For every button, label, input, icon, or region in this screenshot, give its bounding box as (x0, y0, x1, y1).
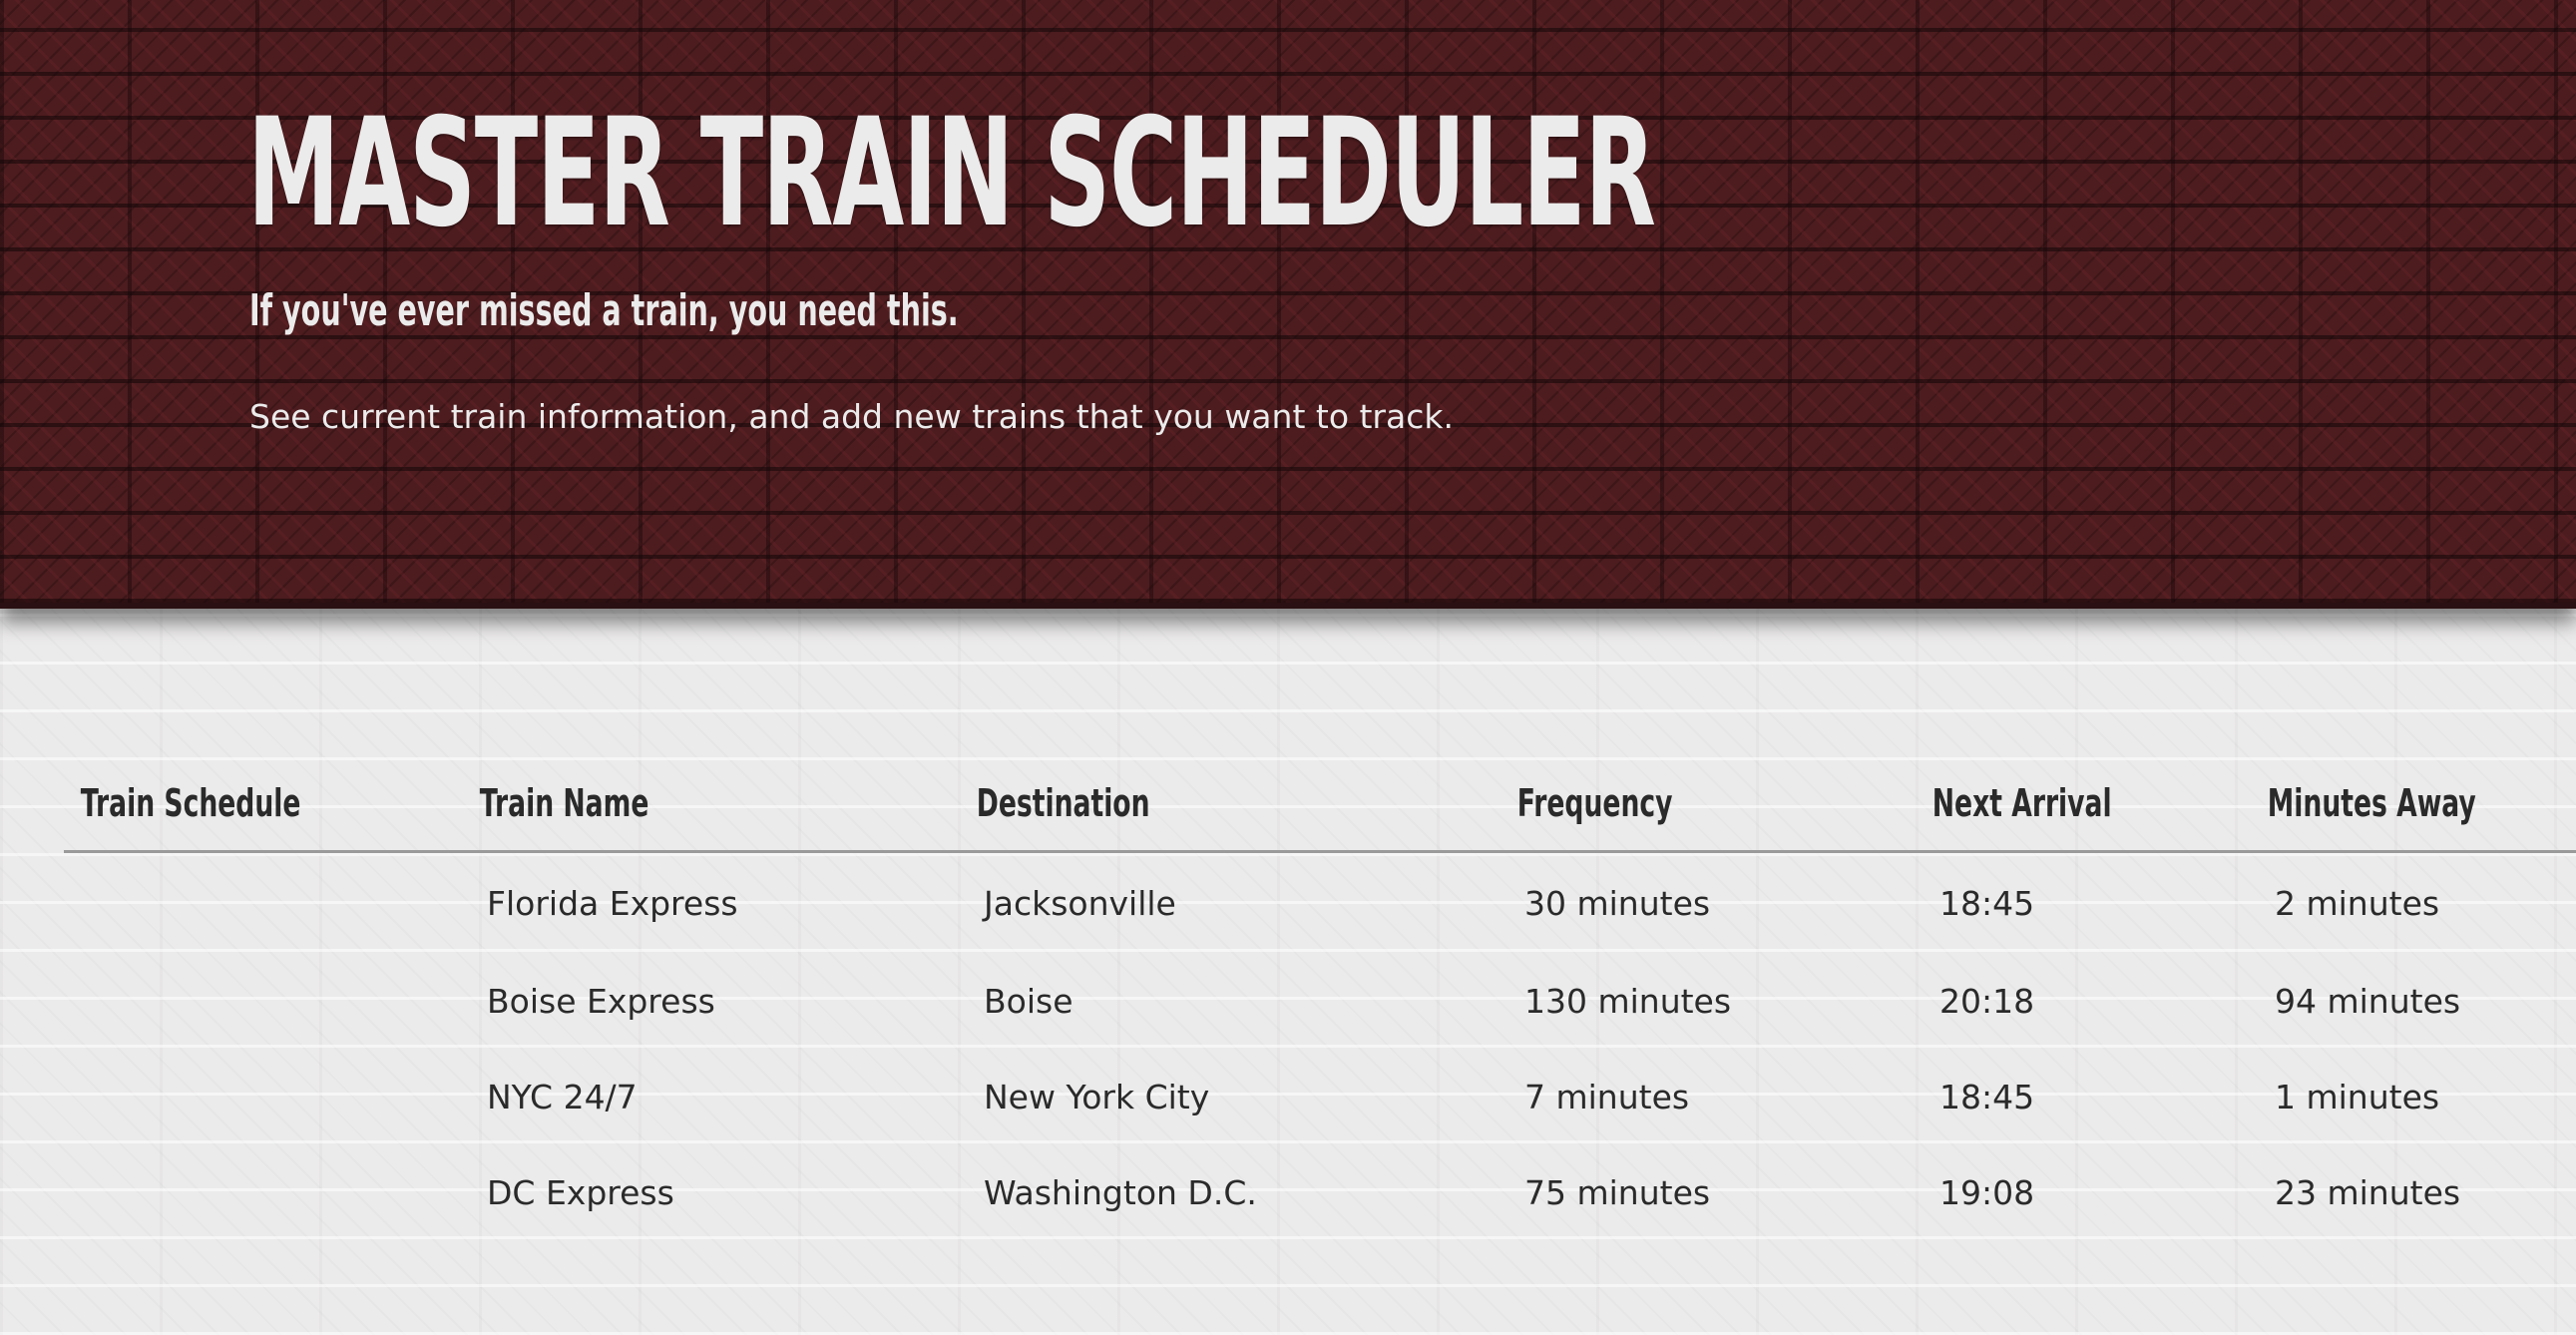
frequency-cell: 130 minutes (1524, 981, 1732, 1021)
column-header-label: Minutes Away (2267, 781, 2476, 825)
table-row: Florida Express Jacksonville 30 minutes … (64, 852, 2576, 954)
table-row: NYC 24/7 New York City 7 minutes 18:45 1… (64, 1049, 2576, 1144)
table-header-row: Train Schedule Train Name Destination Fr… (64, 758, 2576, 853)
column-header-label: Train Name (479, 781, 649, 825)
hero-banner: MASTER TRAIN SCHEDULER If you've ever mi… (0, 0, 2576, 609)
page-tagline: If you've ever missed a train, you need … (249, 285, 959, 336)
destination-cell: New York City (984, 1077, 1210, 1116)
train-schedule-label: Train Schedule (80, 781, 301, 825)
table-section-label: Train Schedule (64, 758, 463, 853)
train-schedule-table: Train Schedule Train Name Destination Fr… (64, 758, 2576, 1240)
row-spacer-cell (64, 953, 463, 1049)
frequency-cell: 30 minutes (1524, 883, 1711, 923)
next-arrival-cell: 18:45 (1939, 1077, 2035, 1116)
column-header-next-arrival: Next Arrival (1916, 758, 2251, 853)
column-header-train-name: Train Name (463, 758, 960, 853)
destination-cell: Jacksonville (984, 883, 1176, 923)
train-name-cell: NYC 24/7 (487, 1077, 638, 1116)
minutes-away-cell: 23 minutes (2275, 1172, 2461, 1212)
column-header-frequency: Frequency (1501, 758, 1916, 853)
next-arrival-cell: 19:08 (1939, 1172, 2035, 1212)
page-title: MASTER TRAIN SCHEDULER (247, 87, 1656, 260)
column-header-label: Destination (976, 781, 1150, 825)
train-name-cell: Florida Express (487, 883, 738, 923)
train-name-cell: DC Express (487, 1172, 674, 1212)
column-header-label: Next Arrival (1932, 781, 2112, 825)
row-spacer-cell (64, 852, 463, 954)
column-header-minutes-away: Minutes Away (2251, 758, 2576, 853)
minutes-away-cell: 1 minutes (2275, 1077, 2440, 1116)
row-spacer-cell (64, 1049, 463, 1144)
column-header-label: Frequency (1516, 781, 1673, 825)
table-row: DC Express Washington D.C. 75 minutes 19… (64, 1144, 2576, 1240)
frequency-cell: 75 minutes (1524, 1172, 1711, 1212)
train-name-cell: Boise Express (487, 981, 715, 1021)
minutes-away-cell: 94 minutes (2275, 981, 2461, 1021)
row-spacer-cell (64, 1144, 463, 1240)
destination-cell: Washington D.C. (984, 1172, 1257, 1212)
next-arrival-cell: 20:18 (1939, 981, 2035, 1021)
minutes-away-cell: 2 minutes (2275, 883, 2440, 923)
column-header-destination: Destination (960, 758, 1501, 853)
table-row: Boise Express Boise 130 minutes 20:18 94… (64, 953, 2576, 1049)
frequency-cell: 7 minutes (1524, 1077, 1690, 1116)
page-description: See current train information, and add n… (249, 397, 1454, 436)
next-arrival-cell: 18:45 (1939, 883, 2035, 923)
destination-cell: Boise (984, 981, 1073, 1021)
